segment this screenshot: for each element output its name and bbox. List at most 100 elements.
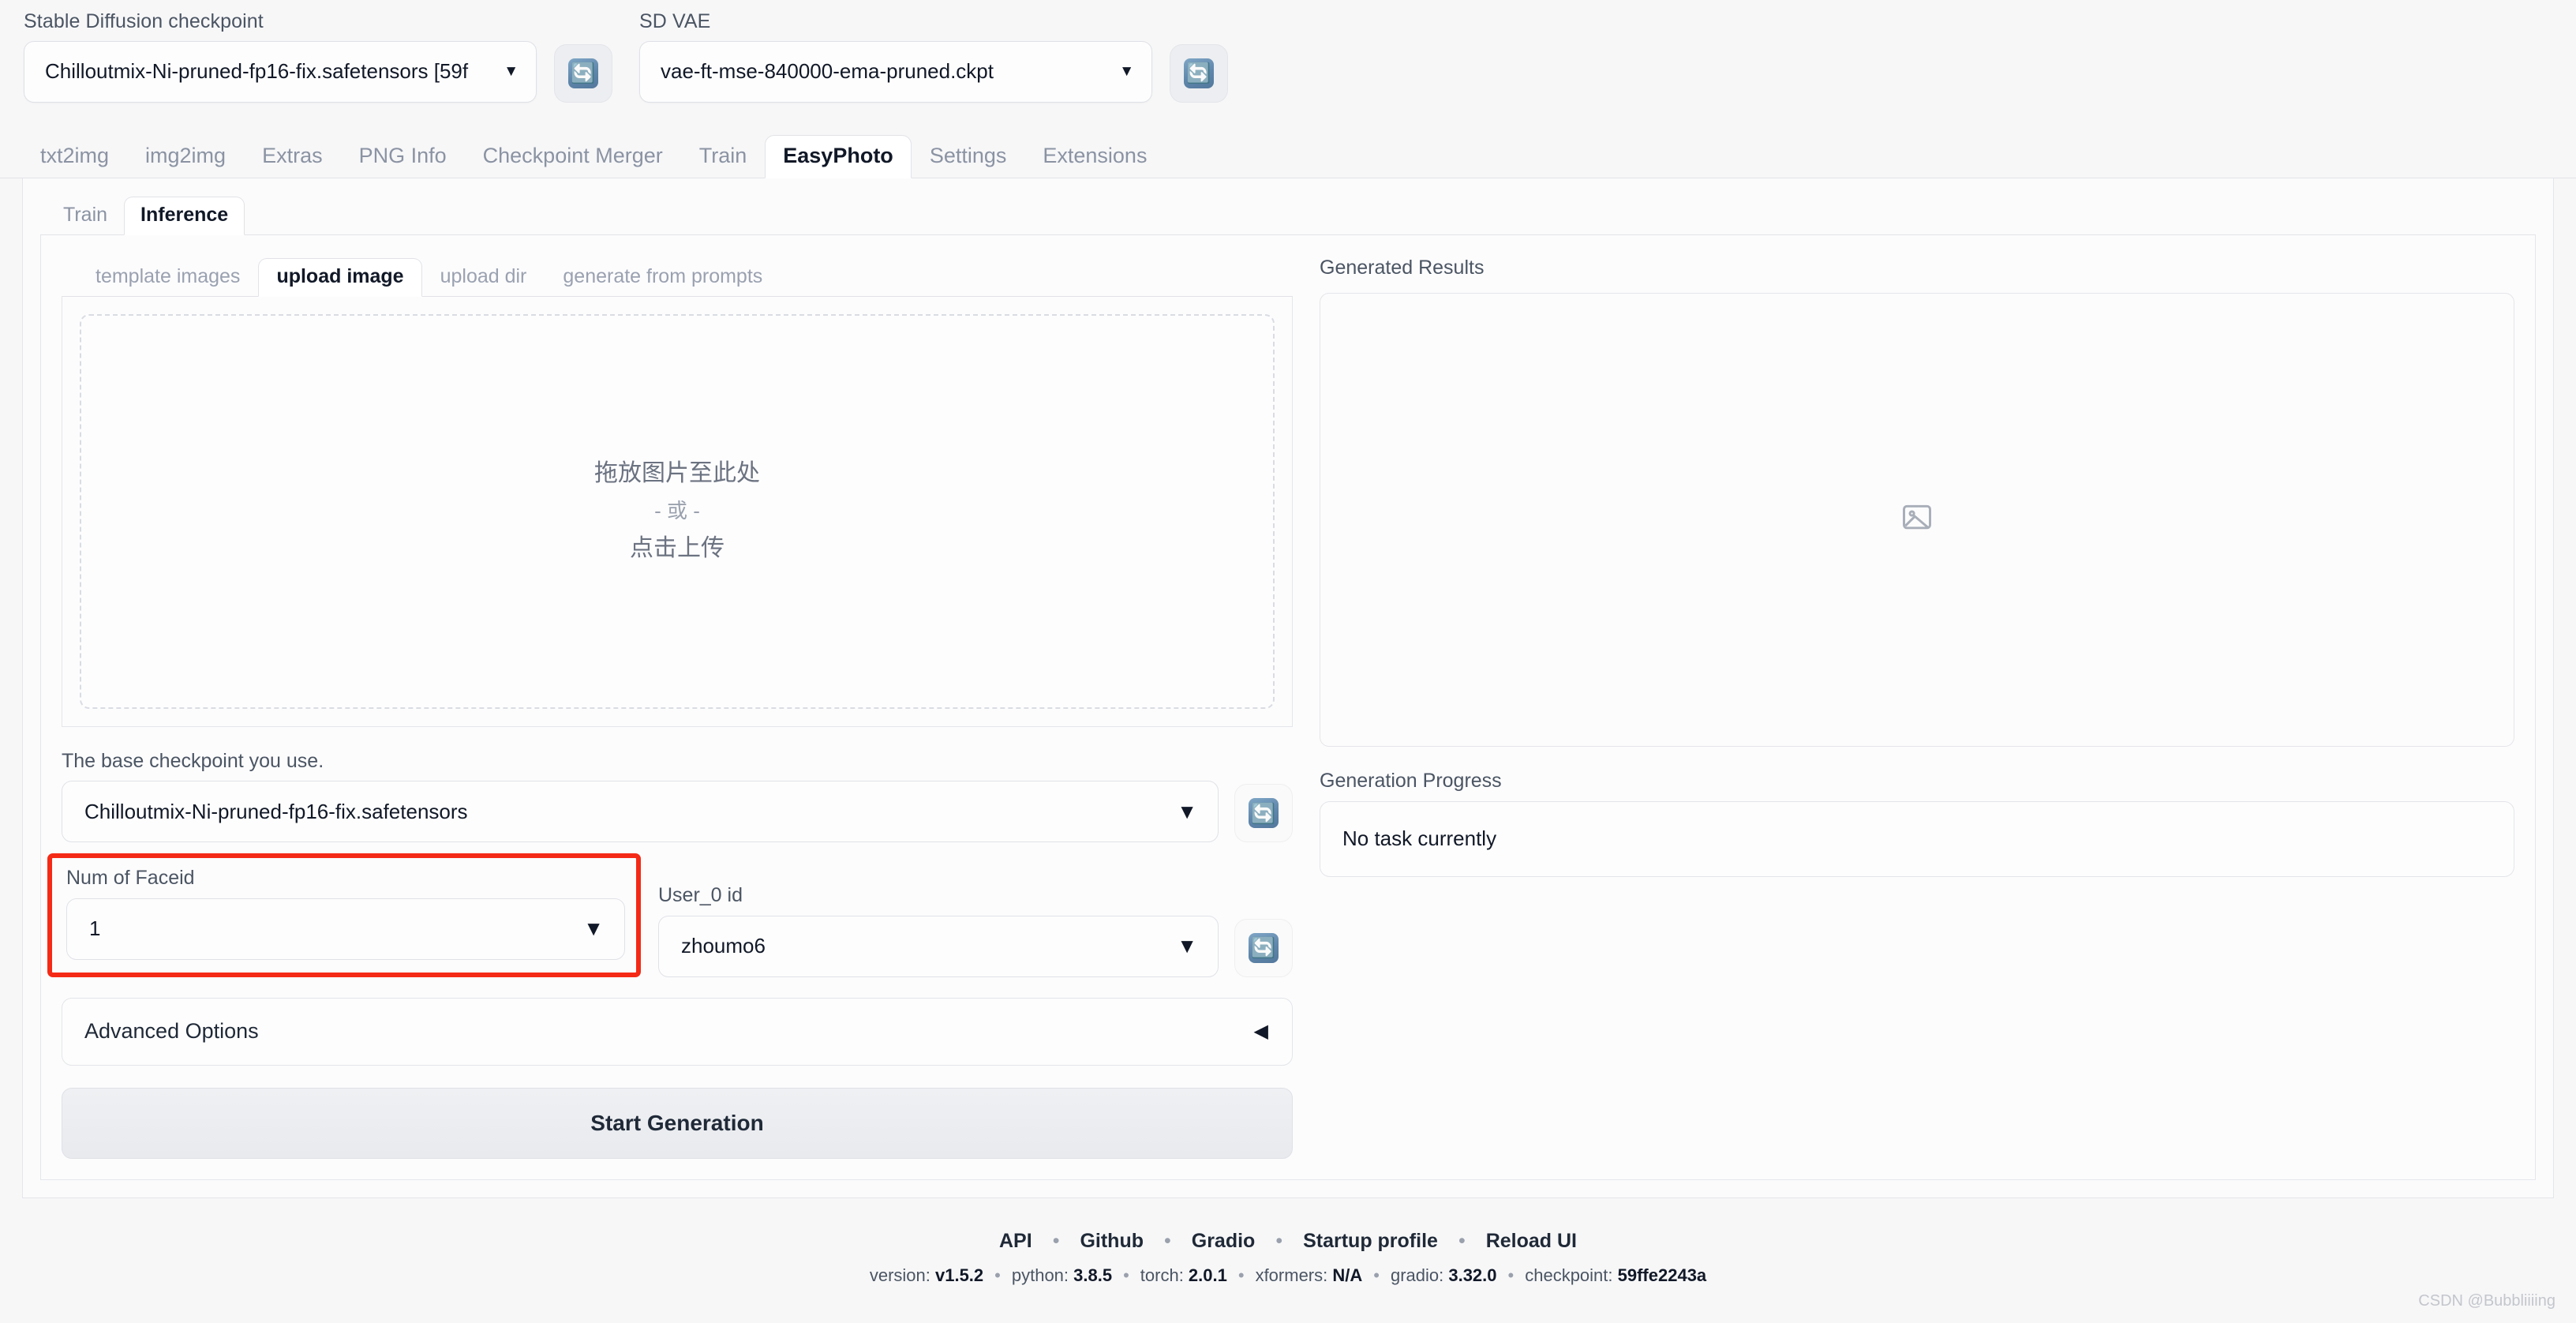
refresh-checkpoints-button[interactable]: 🔄 <box>554 43 612 103</box>
footer-links: API • Github • Gradio • Startup profile • Reload… <box>0 1230 2576 1253</box>
easyphoto-tabbar: Train Inference <box>40 191 2536 235</box>
start-generation-label: Start Generation <box>590 1110 764 1135</box>
version-key: torch: <box>1140 1265 1189 1285</box>
sd-vae-select[interactable]: vae-ft-mse-840000-ema-pruned.ckpt ▼ <box>639 40 1152 103</box>
refresh-icon: 🔄 <box>1249 798 1279 828</box>
chevron-down-icon: ▼ <box>1177 799 1197 823</box>
image-placeholder-icon <box>1900 500 1934 539</box>
tab-extras[interactable]: Extras <box>244 135 341 178</box>
tab-txt2img[interactable]: txt2img <box>22 135 127 178</box>
start-generation-button[interactable]: Start Generation <box>62 1087 1293 1159</box>
version-key: gradio: <box>1390 1265 1449 1285</box>
version-key: xformers: <box>1255 1265 1333 1285</box>
sd-vae-value: vae-ft-mse-840000-ema-pruned.ckpt <box>661 59 994 83</box>
checkpoint-toolbar: Stable Diffusion checkpoint Chilloutmix-… <box>0 0 2576 103</box>
version-item: python: 3.8.5 <box>1012 1265 1112 1286</box>
upload-image-pane: 拖放图片至此处 - 或 - 点击上传 <box>62 296 1293 727</box>
base-checkpoint-select[interactable]: Chilloutmix-Ni-pruned-fp16-fix.safetenso… <box>62 781 1219 842</box>
footer: API • Github • Gradio • Startup profile • Reload… <box>0 1230 2576 1286</box>
tab-generate-from-prompts[interactable]: generate from prompts <box>545 258 781 297</box>
tab-train[interactable]: Train <box>47 197 124 235</box>
version-key: checkpoint: <box>1525 1265 1618 1285</box>
version-key: python: <box>1011 1265 1074 1285</box>
sd-vae-label: SD VAE <box>639 10 711 32</box>
num-faceid-label: Num of Faceid <box>66 867 195 889</box>
version-separator: • <box>1237 1265 1245 1285</box>
dropzone-or-text: - 或 - <box>654 498 700 523</box>
version-value: 3.32.0 <box>1448 1265 1497 1285</box>
footer-link-github[interactable]: Github <box>1080 1230 1144 1253</box>
footer-link-gradio[interactable]: Gradio <box>1192 1230 1256 1253</box>
footer-link-reload-ui[interactable]: Reload UI <box>1486 1230 1577 1253</box>
tab-train[interactable]: Train <box>681 135 766 178</box>
advanced-options-label: Advanced Options <box>84 1019 259 1043</box>
footer-version-info: version: v1.5.2 • python: 3.8.5 • torch: 2.0… <box>0 1265 2576 1286</box>
watermark: CSDN @Bubbliiiing <box>2418 1292 2555 1310</box>
refresh-vae-button[interactable]: 🔄 <box>1170 43 1228 103</box>
version-value: N/A <box>1332 1265 1363 1285</box>
version-separator: • <box>1373 1265 1380 1285</box>
tab-template-images[interactable]: template images <box>77 258 258 297</box>
source-tabbar: template images upload image upload dir gen… <box>62 253 1293 297</box>
inference-tab-content: template images upload image upload dir gen… <box>40 234 2536 1180</box>
version-value: 59ffe2243a <box>1617 1265 1707 1285</box>
dropzone-click-text: 点击上传 <box>630 535 724 562</box>
generation-progress-text: No task currently <box>1342 826 1497 850</box>
easyphoto-panel: Train Inference template images upload ima… <box>22 178 2554 1198</box>
advanced-options-accordion[interactable]: Advanced Options ◀ <box>62 997 1293 1066</box>
footer-link-api[interactable]: API <box>999 1230 1032 1253</box>
refresh-icon: 🔄 <box>568 58 598 88</box>
version-separator: • <box>1507 1265 1515 1285</box>
version-value: 3.8.5 <box>1073 1265 1113 1285</box>
sd-checkpoint-label: Stable Diffusion checkpoint <box>24 10 264 32</box>
version-item: checkpoint: 59ffe2243a <box>1525 1265 1706 1286</box>
tab-checkpoint-merger[interactable]: Checkpoint Merger <box>465 135 681 178</box>
base-checkpoint-group: The base checkpoint you use. Chilloutmix… <box>62 749 1293 842</box>
refresh-icon: 🔄 <box>1184 58 1214 88</box>
chevron-down-icon: ▼ <box>1177 934 1197 958</box>
chevron-left-icon: ◀ <box>1253 1021 1268 1042</box>
user-0-id-group: User_0 id zhoumo6 ▼ 🔄 <box>658 884 1293 977</box>
tab-png-info[interactable]: PNG Info <box>341 135 465 178</box>
version-separator: • <box>994 1265 1001 1285</box>
inference-left-column: template images upload image upload dir gen… <box>47 253 1293 1159</box>
refresh-user-ids-button[interactable]: 🔄 <box>1234 918 1293 977</box>
tab-img2img[interactable]: img2img <box>127 135 244 178</box>
tab-inference[interactable]: Inference <box>124 196 245 235</box>
tab-extensions[interactable]: Extensions <box>1024 135 1165 178</box>
version-value: 2.0.1 <box>1188 1265 1227 1285</box>
version-item: xformers: N/A <box>1256 1265 1363 1286</box>
base-checkpoint-label: The base checkpoint you use. <box>62 749 324 772</box>
num-faceid-value: 1 <box>89 916 101 940</box>
version-key: version: <box>869 1265 935 1285</box>
generation-progress-title: Generation Progress <box>1320 770 1502 792</box>
sd-checkpoint-select[interactable]: Chilloutmix-Ni-pruned-fp16-fix.safetenso… <box>24 40 537 103</box>
refresh-base-checkpoint-button[interactable]: 🔄 <box>1234 784 1293 842</box>
image-dropzone[interactable]: 拖放图片至此处 - 或 - 点击上传 <box>80 313 1275 709</box>
sd-checkpoint-value: Chilloutmix-Ni-pruned-fp16-fix.safetenso… <box>45 59 469 83</box>
user-0-id-label: User_0 id <box>658 884 743 906</box>
footer-separator: • <box>1275 1229 1283 1252</box>
footer-separator: • <box>1052 1229 1060 1252</box>
num-faceid-highlight: Num of Faceid 1 ▼ <box>47 853 641 977</box>
version-separator: • <box>1123 1265 1129 1285</box>
num-faceid-select[interactable]: 1 ▼ <box>66 898 625 960</box>
chevron-down-icon: ▼ <box>583 916 604 940</box>
tab-settings[interactable]: Settings <box>912 135 1025 178</box>
inference-right-column: Generated Results Generation Progress No… <box>1320 253 2514 877</box>
version-item: gradio: 3.32.0 <box>1391 1265 1497 1286</box>
generation-progress-status: No task currently <box>1320 800 2514 877</box>
generated-results-gallery[interactable] <box>1320 293 2514 747</box>
tab-upload-image[interactable]: upload image <box>258 257 422 297</box>
tab-upload-dir[interactable]: upload dir <box>422 258 545 297</box>
chevron-down-icon: ▼ <box>1119 63 1134 80</box>
dropzone-main-text: 拖放图片至此处 <box>594 459 760 486</box>
user-0-id-select[interactable]: zhoumo6 ▼ <box>658 915 1219 977</box>
sd-vae-group: SD VAE vae-ft-mse-840000-ema-pruned.ckpt… <box>639 10 1228 103</box>
generated-results-title: Generated Results <box>1320 256 1485 279</box>
base-checkpoint-value: Chilloutmix-Ni-pruned-fp16-fix.safetenso… <box>84 799 468 823</box>
tab-easyphoto[interactable]: EasyPhoto <box>765 134 912 178</box>
version-item: torch: 2.0.1 <box>1140 1265 1227 1286</box>
footer-link-startup-profile[interactable]: Startup profile <box>1303 1230 1438 1253</box>
sd-checkpoint-group: Stable Diffusion checkpoint Chilloutmix-… <box>24 10 612 103</box>
